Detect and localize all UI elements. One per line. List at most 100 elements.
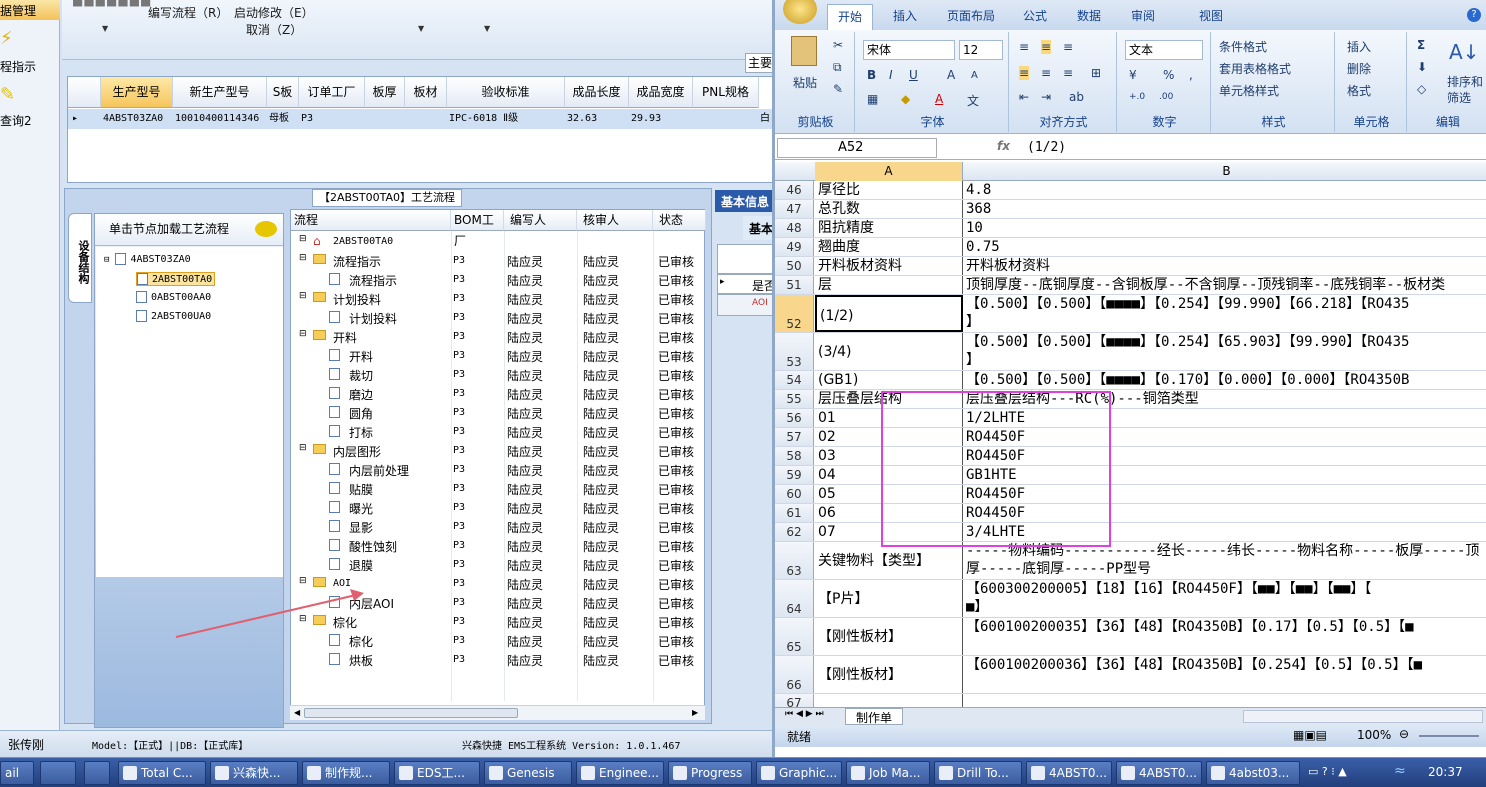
tab-device-structure[interactable]: 设备结构 xyxy=(68,213,92,303)
row-number[interactable]: 51 xyxy=(775,276,814,294)
tree-node[interactable]: 0ABST00AA0 xyxy=(136,291,211,303)
zoom-slider[interactable] xyxy=(1419,735,1479,737)
conditional-format-button[interactable]: 条件格式 xyxy=(1219,38,1267,55)
col-header[interactable]: 订单工厂 xyxy=(299,77,365,108)
cell-a[interactable]: 总孔数 xyxy=(815,200,963,218)
flow-group-row[interactable]: ⊟ 流程指示 P3 陆应灵 陆应灵 已审核 xyxy=(291,252,706,271)
align-top-icon[interactable]: ≡ xyxy=(1019,40,1029,54)
col-header[interactable]: 核审人 xyxy=(577,210,653,231)
cell[interactable]: IPC-6018 Ⅱ级 xyxy=(447,109,518,129)
flow-group-row[interactable]: ⊟ 计划投料 P3 陆应灵 陆应灵 已审核 xyxy=(291,290,706,309)
cell-a[interactable]: (GB1) xyxy=(815,371,963,389)
align-middle-icon[interactable]: ≡ xyxy=(1041,40,1052,54)
collapse-icon[interactable]: ⊟ xyxy=(299,329,307,339)
font-size-select[interactable]: 12 xyxy=(959,40,1003,60)
collapse-icon[interactable]: ⊟ xyxy=(299,443,307,453)
row-number[interactable]: 48 xyxy=(775,219,814,237)
flow-step-row[interactable]: 流程指示 P3 陆应灵 陆应灵 已审核 xyxy=(291,271,706,290)
fill-icon[interactable]: ⬇ xyxy=(1417,60,1427,74)
row-number[interactable]: 47 xyxy=(775,200,814,218)
taskbar-item[interactable]: 4ABST0... xyxy=(1116,761,1202,785)
sheet-row[interactable]: 49 翘曲度 0.75 xyxy=(775,238,1486,257)
borders-icon[interactable]: ▦ xyxy=(867,92,878,106)
sheet-row[interactable]: 54 (GB1) 【0.500】【0.500】【■■■■】【0.170】【0.000… xyxy=(775,371,1486,390)
nav-item-flow-instructions[interactable]: 程指示 xyxy=(0,58,60,75)
align-center-icon[interactable]: ≡ xyxy=(1041,66,1051,80)
cell[interactable]: 10010400114346 xyxy=(173,109,259,129)
cell-b[interactable]: 【600100200035】【36】【48】【RO4350B】【0.17】【0.… xyxy=(964,618,1486,655)
copy-icon[interactable]: ⧉ xyxy=(833,60,842,75)
main-tab[interactable]: 主要 xyxy=(745,53,775,73)
flow-step-row[interactable]: 显影 P3 陆应灵 陆应灵 已审核 xyxy=(291,518,706,537)
tab-insert[interactable]: 插入 xyxy=(893,7,917,24)
percent-icon[interactable]: % xyxy=(1163,68,1174,82)
col-header[interactable]: 流程 xyxy=(291,210,451,231)
col-header[interactable]: 板厚 xyxy=(365,77,405,108)
column-header-b[interactable]: B xyxy=(964,162,1486,181)
taskbar-item[interactable]: Enginee... xyxy=(576,761,664,785)
taskbar-item[interactable]: Job Ma... xyxy=(846,761,930,785)
row-number[interactable]: 53 xyxy=(775,333,814,370)
help-icon[interactable]: ? xyxy=(1467,8,1481,22)
row-number[interactable]: 67 xyxy=(775,694,814,707)
col-header[interactable]: 状态 xyxy=(653,210,706,231)
flow-group-row[interactable]: ⊟ 内层图形 P3 陆应灵 陆应灵 已审核 xyxy=(291,442,706,461)
cell-a[interactable]: 【刚性板材】 xyxy=(815,656,963,693)
align-right-icon[interactable]: ≡ xyxy=(1063,66,1073,80)
number-format-select[interactable]: 文本 xyxy=(1125,40,1203,60)
taskbar-item[interactable]: 4ABST0... xyxy=(1026,761,1112,785)
cell-b[interactable]: 【0.500】【0.500】【■■■■】【0.254】【65.903】【99.9… xyxy=(964,333,1486,370)
horizontal-scrollbar[interactable] xyxy=(1243,710,1483,723)
increase-indent-icon[interactable]: ⇥ xyxy=(1041,90,1051,104)
flow-group-row[interactable]: ⊟ 开料 P3 陆应灵 陆应灵 已审核 xyxy=(291,328,706,347)
currency-icon[interactable]: ¥ xyxy=(1129,68,1137,82)
taskbar-item[interactable]: ail xyxy=(0,761,34,785)
decrease-indent-icon[interactable]: ⇤ xyxy=(1019,90,1029,104)
chevron-down-icon[interactable]: ▼ xyxy=(102,24,108,33)
sheet-row[interactable]: 51 层顶铜厚度--底铜厚度--含铜板厚--不含铜厚--顶残铜率--底残铜率--板… xyxy=(775,276,1486,295)
row-number[interactable]: 49 xyxy=(775,238,814,256)
column-header-a[interactable]: A xyxy=(815,162,963,181)
taskbar-item[interactable]: Graphic... xyxy=(756,761,842,785)
cell-a[interactable]: (1/2) xyxy=(815,295,963,332)
row-number[interactable]: 63 xyxy=(775,542,814,579)
cell-b[interactable]: 【600100200036】【36】【48】【RO4350B】【0.254】【0… xyxy=(964,656,1486,693)
underline-button[interactable]: U xyxy=(909,68,918,82)
flow-step-row[interactable]: 曝光 P3 陆应灵 陆应灵 已审核 xyxy=(291,499,706,518)
cell-a[interactable]: (3/4) xyxy=(815,333,963,370)
fx-icon[interactable]: fx xyxy=(997,139,1010,153)
taskbar-item[interactable]: Genesis xyxy=(484,761,572,785)
sheet-row[interactable]: 63 关键物料【类型】 -----物料编码-----------经长-----纬长-… xyxy=(775,542,1486,580)
sheet-row[interactable]: 53 (3/4) 【0.500】【0.500】【■■■■】【0.254】【65.90… xyxy=(775,333,1486,371)
view-buttons-icon[interactable]: ▦▣▤ xyxy=(1293,728,1327,742)
flow-step-row[interactable]: 计划投料 P3 陆应灵 陆应灵 已审核 xyxy=(291,309,706,328)
cell-b[interactable]: 顶铜厚度--底铜厚度--含铜板厚--不含铜厚--顶残铜率--底残铜率--板材类 xyxy=(964,276,1486,294)
taskbar-item[interactable]: 制作规... xyxy=(302,761,390,785)
nav-title[interactable]: 据管理 xyxy=(0,0,60,20)
tree-node-root[interactable]: ⊟ 4ABST03ZA0 xyxy=(104,253,191,265)
col-header[interactable]: 生产型号 xyxy=(101,77,173,108)
cell-b[interactable]: -----物料编码-----------经长-----纬长-----物料名称--… xyxy=(964,542,1486,579)
tab-basic-info[interactable]: 基本信息 xyxy=(715,190,780,212)
phonetic-icon[interactable]: 文 xyxy=(967,92,979,109)
cell-b[interactable]: 368 xyxy=(964,200,1486,218)
table-row[interactable]: AOI xyxy=(717,294,780,316)
increase-decimal-icon[interactable]: +.0 xyxy=(1129,92,1145,102)
nav-item-query2[interactable]: 查询2 xyxy=(0,112,60,129)
sheet-row[interactable]: 67 xyxy=(775,694,1486,707)
col-header[interactable]: 成品宽度 xyxy=(629,77,693,108)
cell-b[interactable]: 【600300200005】【18】【16】【RO4450F】【■■】【■■】【… xyxy=(964,580,1486,617)
row-number[interactable]: 52 xyxy=(775,295,814,332)
cell-b[interactable]: 开料板材资料 xyxy=(964,257,1486,275)
row-number[interactable]: 50 xyxy=(775,257,814,275)
sheet-row[interactable]: 47 总孔数 368 xyxy=(775,200,1486,219)
tab-formulas[interactable]: 公式 xyxy=(1023,7,1047,24)
insert-cells-button[interactable]: 插入 xyxy=(1347,38,1371,55)
taskbar-item[interactable]: 4abst03... xyxy=(1206,761,1300,785)
sort-filter-button[interactable]: 排序和筛选 xyxy=(1447,74,1485,106)
cut-icon[interactable]: ✂ xyxy=(833,38,843,52)
table-row[interactable]: ▸ 是否 xyxy=(717,274,780,294)
cell[interactable]: 29.93 xyxy=(629,109,661,129)
flow-step-row[interactable]: 磨边 P3 陆应灵 陆应灵 已审核 xyxy=(291,385,706,404)
flow-step-row[interactable]: 打标 P3 陆应灵 陆应灵 已审核 xyxy=(291,423,706,442)
